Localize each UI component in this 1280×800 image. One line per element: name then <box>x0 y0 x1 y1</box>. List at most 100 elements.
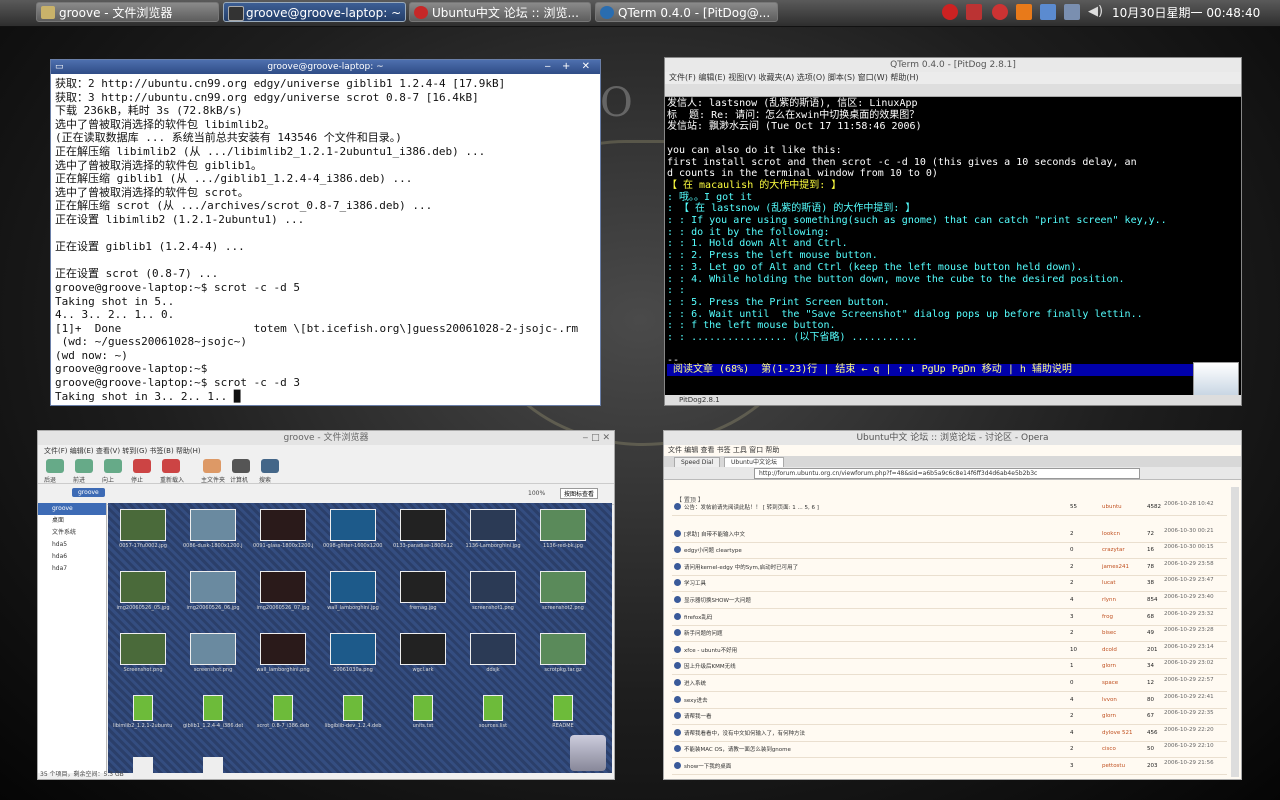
topic-title[interactable]: firefox乱码 <box>684 613 712 621</box>
topic-author[interactable]: rlynn <box>1102 597 1116 603</box>
file-item[interactable]: wgcl.ark <box>393 633 453 673</box>
file-item[interactable]: 0133-paradise-1800x1200.jpg <box>393 509 453 549</box>
task-opera[interactable]: Ubuntu中文 论坛 :: 浏览... <box>409 2 591 22</box>
topic-row[interactable]: 学习工具 2 lucat 38 2006-10-29 23:47 <box>672 575 1227 593</box>
topic-title[interactable]: 请问用kernel-edgy 中的Sym,启动时已可用了 <box>684 563 798 571</box>
tray-network-icon[interactable] <box>966 4 982 20</box>
topic-author[interactable]: frog <box>1102 614 1113 620</box>
topic-author[interactable]: space <box>1102 680 1118 686</box>
tray-volume-icon[interactable]: ◀) <box>1088 4 1104 20</box>
topic-author[interactable]: lucat <box>1102 580 1116 586</box>
topic-title[interactable]: 因上升级后KMM无线 <box>684 662 736 670</box>
tray-update-icon[interactable] <box>992 4 1008 20</box>
file-browser-window[interactable]: groove - 文件浏览器 ‒ □ ✕ 文件(F) 编辑(E) 查看(V) 转到… <box>37 430 615 780</box>
task-terminal[interactable]: groove@groove-laptop: ~ <box>223 2 406 22</box>
file-item[interactable]: screenshot2.png <box>533 571 593 611</box>
topic-title[interactable]: 请帮我看看中，没有中文如何输入了，有何种方法 <box>684 729 805 737</box>
location-button[interactable]: groove <box>72 488 105 497</box>
topic-author[interactable]: glorn <box>1102 713 1116 719</box>
topic-row[interactable]: 请帮我一看 2 glorn 67 2006-10-29 22:35 <box>672 708 1227 726</box>
topic-author[interactable]: james241 <box>1102 564 1129 570</box>
files-titlebar[interactable]: groove - 文件浏览器 ‒ □ ✕ <box>38 431 614 445</box>
file-item[interactable]: libgiblib-dev_1.2.4.deb <box>323 695 383 729</box>
file-item[interactable]: img20060526_05.jpg <box>113 571 173 611</box>
topic-row[interactable]: 公告：发帖前请先阅读此贴！！ [ 转到页面: 1 ... 5, 6 ] 55 ubu… <box>672 499 1227 516</box>
opera-titlebar[interactable]: Ubuntu中文 论坛 :: 浏览论坛 - 讨论区 - Opera <box>664 431 1241 445</box>
file-item[interactable]: giblib1_1.2.4-4_i386.deb <box>183 695 243 729</box>
sidebar-item[interactable]: 文件系统 <box>38 527 106 539</box>
topic-author[interactable]: crazytar <box>1102 547 1125 553</box>
toolbar-icon[interactable] <box>133 459 151 473</box>
tray-app-icon[interactable] <box>942 4 958 20</box>
topic-author[interactable]: dylove 521 <box>1102 730 1133 736</box>
file-item[interactable]: 0057-17fu0002.jpg <box>113 509 173 549</box>
file-item[interactable]: scrotpkg.tar.gz <box>533 633 593 673</box>
file-item[interactable]: 1136-red-bk.jpg <box>533 509 593 549</box>
qterm-toolbar[interactable] <box>665 84 1241 97</box>
topic-title[interactable]: 不能装MAC OS，请教一面怎么装到gnome <box>684 745 791 753</box>
topic-row[interactable]: 显示器切换SHOW一大问题 4 rlynn 854 2006-10-29 23:40 <box>672 592 1227 609</box>
file-item[interactable]: 1136-Lamborghini.jpg <box>463 509 523 549</box>
view-mode-select[interactable]: 按图标查看 <box>560 488 599 499</box>
topic-row[interactable]: 新手问题的问题 2 bisec 49 2006-10-29 23:28 <box>672 625 1227 643</box>
topic-row[interactable]: 不能装MAC OS，请教一面怎么装到gnome 2 cisco 50 2006-10-2… <box>672 741 1227 759</box>
file-item[interactable]: screenshot.png <box>183 633 243 673</box>
file-icon-view[interactable]: 0057-17fu0002.jpg 0086-dusk-1800x1200.jpg… <box>108 503 612 779</box>
toolbar-icon[interactable] <box>162 459 180 473</box>
topic-author[interactable]: lookcn <box>1102 531 1120 537</box>
task-file-browser[interactable]: groove - 文件浏览器 <box>36 2 219 22</box>
drive-icon[interactable] <box>570 735 606 771</box>
file-item[interactable]: todo.txt <box>183 757 243 779</box>
toolbar-icon[interactable] <box>104 459 122 473</box>
file-item[interactable]: scrot_0.8-7_i386.deb <box>253 695 313 729</box>
file-item[interactable]: ddsjk <box>463 633 523 673</box>
qterm-window[interactable]: QTerm 0.4.0 - [PitDog 2.8.1] 文件(F) 编辑(E)… <box>664 57 1242 406</box>
url-field[interactable]: http://forum.ubuntu.org.cn/viewforum.php… <box>754 468 1140 479</box>
bbs-article[interactable]: 发信人: lastsnow (乱紫的斯语), 信区: LinuxApp 标 题: … <box>665 97 1241 368</box>
file-item[interactable]: README <box>533 695 593 729</box>
file-item[interactable]: sources.list <box>463 695 523 729</box>
file-item[interactable]: 0098-glitter-1600x1200.jpg <box>323 509 383 549</box>
topic-author[interactable]: dcold <box>1102 647 1117 653</box>
topic-title[interactable]: 学习工具 <box>684 579 706 587</box>
sidebar-item[interactable]: hda7 <box>38 563 106 575</box>
topic-title[interactable]: 公告：发帖前请先阅读此贴！！ [ 转到页面: 1 ... 5, 6 ] <box>684 503 819 511</box>
topic-author[interactable]: lvvon <box>1102 697 1117 703</box>
topic-row[interactable]: [求助] 自带不能输入中文 2 lookcn 72 2006-10-30 00:21 <box>672 526 1227 543</box>
sidebar-item[interactable]: hda5 <box>38 539 106 551</box>
opera-window[interactable]: Ubuntu中文 论坛 :: 浏览论坛 - 讨论区 - Opera 文件 编辑 … <box>663 430 1242 780</box>
qterm-menubar[interactable]: 文件(F) 编辑(E) 视图(V) 收藏夹(A) 选项(O) 脚本(S) 窗口(… <box>665 72 1241 84</box>
toolbar-icon[interactable] <box>232 459 250 473</box>
sidebar-item[interactable]: 桌面 <box>38 515 106 527</box>
tray-monitor-icon[interactable] <box>1064 4 1080 20</box>
file-item[interactable]: wall_lamborghini.png <box>253 633 313 673</box>
toolbar-icon[interactable] <box>46 459 64 473</box>
file-item[interactable]: units.txt <box>393 695 453 729</box>
topic-title[interactable]: 新手问题的问题 <box>684 629 723 637</box>
topic-author[interactable]: glorn <box>1102 663 1116 669</box>
terminal-output[interactable]: 获取：2 http://ubuntu.cn99.org edgy/univers… <box>51 74 600 405</box>
toolbar-icon[interactable] <box>75 459 93 473</box>
file-item[interactable]: 0086-dusk-1800x1200.jpg <box>183 509 243 549</box>
topic-title[interactable]: 进入系统 <box>684 679 706 687</box>
topic-title[interactable]: [求助] 自带不能输入中文 <box>684 530 745 538</box>
terminal-window[interactable]: ▭ groove@groove-laptop: ~ ‒ + ✕ 获取：2 htt… <box>50 59 601 406</box>
qterm-tabbar[interactable]: PitDog2.8.1 <box>665 395 1241 405</box>
topic-author[interactable]: bisec <box>1102 630 1116 636</box>
file-item[interactable]: screenshot1.png <box>463 571 523 611</box>
sidebar-item[interactable]: hda6 <box>38 551 106 563</box>
files-menubar[interactable]: 文件(F) 编辑(E) 查看(V) 转到(G) 书签(B) 帮助(H) <box>38 445 614 457</box>
toolbar-icon[interactable] <box>261 459 279 473</box>
topic-row[interactable]: sexy进去 4 lvvon 80 2006-10-29 22:41 <box>672 692 1227 709</box>
topic-row[interactable]: 进入系统 0 space 12 2006-10-29 22:57 <box>672 675 1227 692</box>
topic-row[interactable]: firefox乱码 3 frog 68 2006-10-29 23:32 <box>672 609 1227 626</box>
topic-title[interactable]: 请帮我一看 <box>684 712 712 720</box>
topic-title[interactable]: sexy进去 <box>684 696 708 704</box>
file-item[interactable]: 20061030a.png <box>323 633 383 673</box>
zoom-level[interactable]: 100% <box>528 490 545 497</box>
qterm-titlebar[interactable]: QTerm 0.4.0 - [PitDog 2.8.1] <box>665 58 1241 72</box>
topic-row[interactable]: xfce - ubuntu不好用 10 dcold 201 2006-10-29 23:… <box>672 642 1227 659</box>
topic-row[interactable]: show一下我的桌面 3 pettostu 203 2006-10-29 21:56 <box>672 758 1227 775</box>
panel-clock[interactable]: 10月30日星期一 00:48:40 <box>1112 0 1260 26</box>
window-controls[interactable]: ‒ + ✕ <box>545 60 594 74</box>
